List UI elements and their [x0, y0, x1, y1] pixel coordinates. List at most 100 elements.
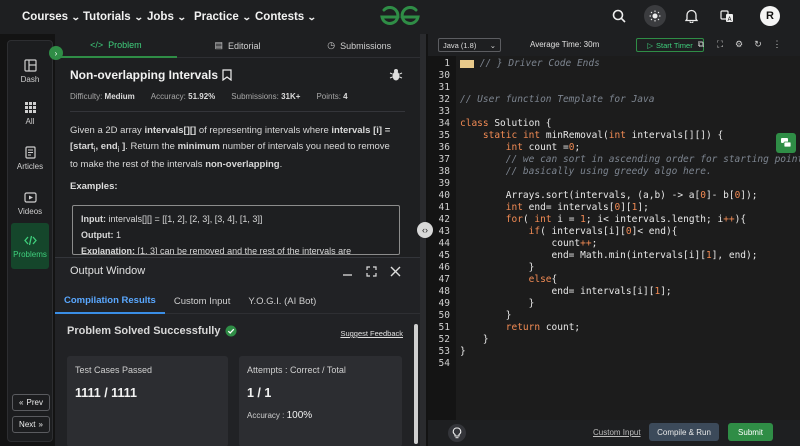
language-select[interactable]: Java (1.8) ⌄: [438, 38, 501, 52]
translate-icon[interactable]: A: [716, 5, 738, 27]
accuracy-label: Accuracy :: [247, 411, 287, 420]
document-icon: ▤: [214, 40, 223, 50]
chevron-down-icon: ⌄: [133, 11, 144, 22]
bug-report-icon[interactable]: [389, 68, 403, 82]
nav-courses[interactable]: Courses ⌄: [22, 11, 81, 23]
sidebar-item-articles[interactable]: Articles: [11, 138, 49, 178]
code-text: }: [460, 298, 535, 309]
code-text: class Solution {: [460, 118, 552, 129]
accuracy-label: Accuracy:: [150, 92, 186, 101]
line-number: 50: [438, 310, 450, 321]
line-number: 39: [438, 178, 450, 189]
sidebar-item-dash[interactable]: Dash: [11, 51, 49, 91]
resize-handle-icon[interactable]: ‹›: [417, 222, 433, 238]
editor-icons: ⧉ ⛶ ⚙ ↻ ⋮: [696, 39, 782, 49]
accuracy: Accuracy: 51.92%: [151, 92, 216, 101]
sidebar-item-videos[interactable]: Videos: [11, 183, 49, 223]
line-number: 41: [438, 202, 450, 213]
line-number: 40: [438, 190, 450, 201]
submit-button[interactable]: Submit: [728, 423, 773, 441]
tab-yogi-ai-bot[interactable]: Y.O.G.I. (AI Bot): [239, 288, 325, 314]
tab-problem[interactable]: </> Problem: [55, 34, 177, 58]
sidebar-item-problems[interactable]: Problems: [11, 223, 49, 269]
line-number: 53: [438, 346, 450, 357]
desc-text: .: [279, 158, 283, 170]
next-button[interactable]: Next »: [12, 416, 50, 433]
grid-icon: [24, 101, 36, 113]
sidebar-item-all[interactable]: All: [11, 93, 49, 133]
tab-label: Problem: [108, 39, 142, 50]
sidebar-item-label: Videos: [17, 206, 43, 216]
reset-icon[interactable]: ↻: [753, 39, 763, 49]
copy-icon[interactable]: ⧉: [696, 39, 706, 49]
code-text: // User function Template for Java: [460, 94, 655, 105]
editor-toolbar: Java (1.8) ⌄ Average Time: 30m ▷ Start T…: [428, 34, 800, 56]
compile-run-button[interactable]: Compile & Run: [649, 423, 719, 441]
output-scrollbar[interactable]: [414, 324, 418, 444]
code-line: 48 end= intervals[i][1];: [428, 286, 800, 298]
tab-submissions[interactable]: ◷ Submissions: [298, 34, 420, 58]
submissions-label: Submissions:: [231, 92, 279, 101]
code-text: Arrays.sort(intervals, (a,b) -> a[0]- b[…: [460, 190, 758, 201]
examples-heading: Examples:: [70, 181, 118, 192]
article-icon: [24, 145, 36, 159]
line-number: 30: [438, 70, 450, 81]
accuracy-value: 100%: [286, 410, 313, 421]
code-line: 44 count++;: [428, 238, 800, 250]
more-icon[interactable]: ⋮: [772, 39, 782, 49]
avatar[interactable]: R: [760, 6, 780, 26]
example-input-value: intervals[][] = [[1, 2], [2, 3], [3, 4],…: [106, 214, 263, 224]
collapse-sidebar-icon[interactable]: ›: [49, 46, 63, 60]
tab-compilation-results[interactable]: Compilation Results: [55, 288, 165, 314]
line-number: 33: [438, 106, 450, 117]
bookmark-icon[interactable]: [222, 69, 232, 81]
line-number: 32: [438, 94, 450, 105]
line-number: 49: [438, 298, 450, 309]
line-number: 1: [444, 58, 450, 69]
line-number: 36: [438, 142, 450, 153]
language-value: Java (1.8): [443, 40, 477, 50]
settings-icon[interactable]: ⚙: [734, 39, 744, 49]
code-text: end= Math.min(intervals[i][1], end);: [460, 250, 758, 261]
search-icon[interactable]: [608, 5, 630, 27]
lightbulb-icon[interactable]: [448, 424, 466, 442]
line-number: 34: [438, 118, 450, 129]
desc-bold: minimum: [177, 140, 220, 152]
minimize-icon[interactable]: [340, 264, 354, 278]
nav-contests[interactable]: Contests ⌄: [255, 11, 317, 23]
nav-practice-label: Practice: [194, 11, 239, 23]
panel-splitter[interactable]: [420, 34, 426, 446]
nav-tutorials[interactable]: Tutorials ⌄: [83, 11, 144, 23]
code-line: 32 // User function Template for Java: [428, 94, 800, 106]
play-circle-icon: ▷: [647, 40, 654, 50]
code-line: 50 }: [428, 310, 800, 322]
start-timer-button[interactable]: ▷ Start Timer: [636, 38, 704, 52]
test-cases-label: Test Cases Passed: [75, 365, 153, 375]
suggest-feedback-link[interactable]: Suggest Feedback: [340, 329, 403, 338]
code-editor[interactable]: 1 // } Driver Code Ends 30 31 32// User fun…: [428, 56, 800, 420]
next-label: Next: [19, 420, 36, 429]
theme-toggle-icon[interactable]: [644, 5, 666, 27]
nav-practice[interactable]: Practice ⌄: [194, 11, 251, 23]
code-line: 53}: [428, 346, 800, 358]
difficulty: Difficulty: Medium: [70, 92, 135, 101]
top-navigation: Courses ⌄ Tutorials ⌄ Jobs ⌄ Practice ⌄ …: [0, 0, 800, 34]
line-number: 37: [438, 154, 450, 165]
expand-icon[interactable]: [364, 264, 378, 278]
fullscreen-icon[interactable]: ⛶: [715, 39, 725, 49]
bell-icon[interactable]: [680, 5, 702, 27]
average-time-label: Average Time:: [530, 40, 582, 49]
tab-custom-input[interactable]: Custom Input: [165, 288, 240, 314]
prev-button[interactable]: « Prev: [12, 394, 50, 411]
output-window-title: Output Window: [70, 265, 146, 277]
tab-editorial[interactable]: ▤ Editorial: [177, 34, 299, 58]
chat-icon[interactable]: [776, 133, 796, 153]
gfg-logo-icon[interactable]: [379, 6, 421, 28]
close-icon[interactable]: [388, 264, 402, 278]
code-text: }: [460, 262, 535, 273]
points-label: Points:: [316, 92, 341, 101]
custom-input-link[interactable]: Custom Input: [593, 428, 641, 437]
output-tabs: Compilation Results Custom Input Y.O.G.I…: [55, 288, 420, 314]
nav-jobs[interactable]: Jobs ⌄: [147, 11, 187, 23]
code-text: // } Driver Code Ends: [460, 58, 600, 70]
